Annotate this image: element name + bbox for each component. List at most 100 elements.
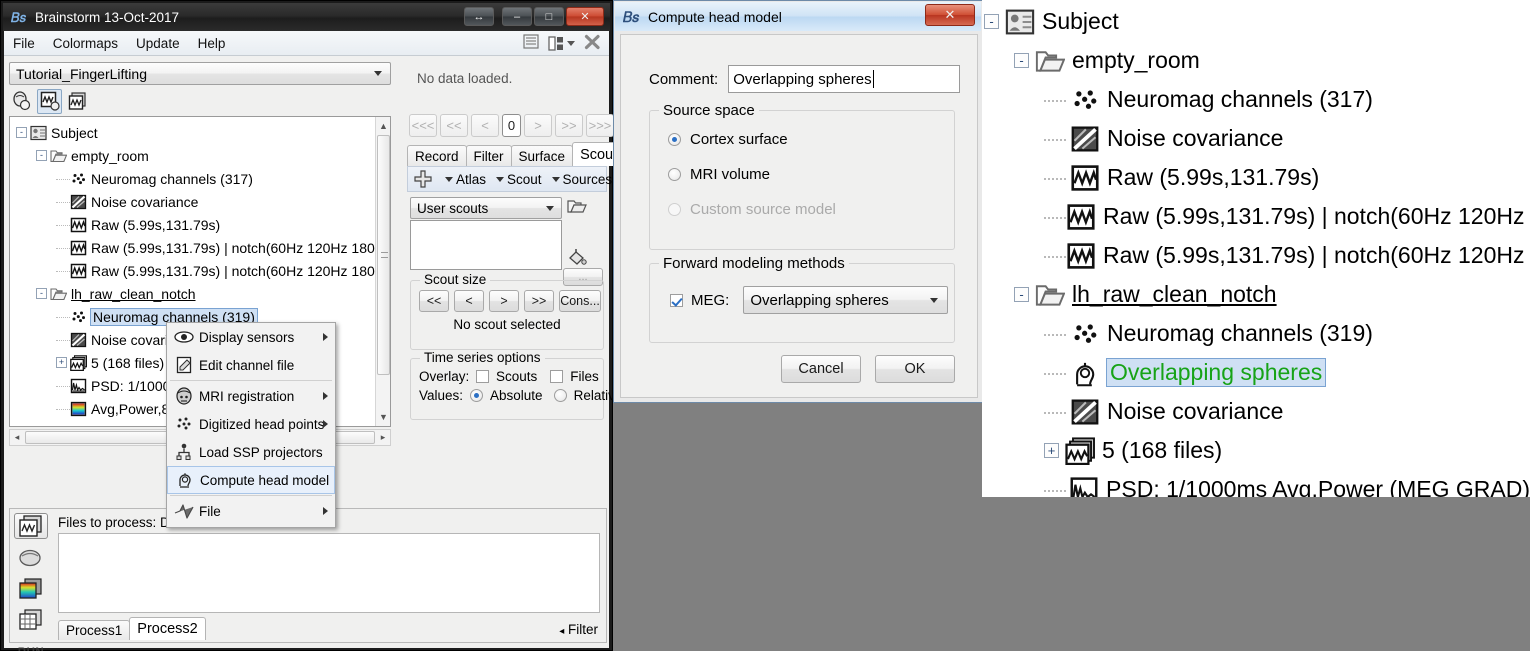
- nav-prev-page-button[interactable]: <<: [440, 114, 468, 137]
- menu-help[interactable]: Help: [189, 34, 235, 53]
- menu-colormaps[interactable]: Colormaps: [44, 34, 127, 53]
- scout-list[interactable]: [410, 220, 562, 270]
- tree-expander[interactable]: -: [36, 288, 47, 299]
- cortex-surface-option[interactable]: Cortex surface: [668, 131, 954, 148]
- tree-expander[interactable]: -: [16, 127, 27, 138]
- scout-size-decrease[interactable]: <: [454, 290, 484, 312]
- plus-icon[interactable]: [414, 170, 432, 188]
- menu-item-digitized-head-points[interactable]: Digitized head points: [167, 410, 335, 438]
- menu-item-load-ssp-projectors[interactable]: Load SSP projectors: [167, 438, 335, 466]
- tree-node[interactable]: Noise covariance: [982, 119, 1530, 158]
- tree-node[interactable]: Raw (5.99s,131.79s) | notch(60Hz 120Hz 1…: [982, 236, 1530, 275]
- functional-data-sources-icon[interactable]: [65, 89, 90, 114]
- tree-expander[interactable]: -: [1014, 287, 1029, 302]
- hscroll-left-arrow[interactable]: ◂: [10, 432, 24, 443]
- nav-prev-button[interactable]: <: [471, 114, 499, 137]
- menu-item-mri-registration[interactable]: MRI registration: [167, 382, 335, 410]
- scroll-thumb[interactable]: [377, 135, 390, 375]
- hscroll-right-arrow[interactable]: ▸: [376, 432, 390, 443]
- ok-button[interactable]: OK: [875, 355, 955, 383]
- cancel-button[interactable]: Cancel: [781, 355, 861, 383]
- restore-arrows-icon[interactable]: ↔: [464, 7, 494, 26]
- tree-node[interactable]: - Subject: [10, 121, 374, 144]
- scout-menu-atlas[interactable]: Atlas: [440, 172, 491, 187]
- tree-vertical-scrollbar[interactable]: ▲ ▼: [375, 117, 390, 426]
- tree-node[interactable]: Neuromag channels (319): [982, 314, 1530, 353]
- nav-last-button[interactable]: >>>: [586, 114, 614, 137]
- tree-node[interactable]: - Subject: [982, 2, 1530, 41]
- tree-node[interactable]: + 5 (168 files): [982, 431, 1530, 470]
- run-button[interactable]: RUN: [18, 647, 44, 651]
- layout-grid-icon[interactable]: [548, 35, 575, 51]
- comment-input[interactable]: Overlapping spheres: [728, 65, 961, 93]
- anatomy-icon[interactable]: [9, 89, 34, 114]
- tree-expander[interactable]: +: [1044, 443, 1059, 458]
- tab-process1[interactable]: Process1: [58, 620, 131, 640]
- close-icon[interactable]: ✕: [925, 4, 975, 26]
- tree-node[interactable]: - lh_raw_clean_notch: [982, 275, 1530, 314]
- cortex-surface-radio[interactable]: [668, 133, 681, 146]
- constrain-button[interactable]: Cons...: [559, 290, 601, 312]
- tree-expander[interactable]: -: [984, 14, 999, 29]
- paint-icon[interactable]: [567, 247, 587, 270]
- protocol-selector[interactable]: Tutorial_FingerLifting: [9, 62, 391, 85]
- menu-file[interactable]: File: [4, 34, 44, 53]
- zoomed-database-tree[interactable]: - Subject - empty_room Neuromag channels (…: [982, 0, 1530, 497]
- nav-next-button[interactable]: >: [524, 114, 552, 137]
- open-folder-icon[interactable]: [567, 198, 587, 218]
- raw-stack-icon[interactable]: [14, 513, 48, 539]
- minimize-icon[interactable]: –: [502, 7, 532, 26]
- atlas-selector[interactable]: User scouts: [410, 197, 562, 219]
- mri-volume-radio[interactable]: [668, 168, 681, 181]
- mri-volume-option[interactable]: MRI volume: [668, 166, 954, 183]
- tree-node[interactable]: Noise covariance: [982, 392, 1530, 431]
- tree-node[interactable]: - lh_raw_clean_notch: [10, 282, 374, 305]
- overlay-files-checkbox[interactable]: [550, 370, 564, 383]
- menu-update[interactable]: Update: [127, 34, 189, 53]
- menu-item-compute-head-model[interactable]: Compute head model: [167, 466, 335, 494]
- scroll-up-arrow[interactable]: ▲: [378, 120, 389, 132]
- tree-node[interactable]: Overlapping spheres: [982, 353, 1530, 392]
- tab-filter[interactable]: Filter: [465, 145, 512, 166]
- close-icon[interactable]: ✕: [566, 7, 604, 26]
- matrix-icon[interactable]: [14, 608, 48, 632]
- layout-list-icon[interactable]: [523, 34, 539, 52]
- tree-node[interactable]: Raw (5.99s,131.79s) | notch(60Hz 120Hz 1…: [10, 236, 390, 259]
- tree-node[interactable]: - empty_room: [10, 144, 374, 167]
- overlay-scouts-checkbox[interactable]: [476, 370, 489, 383]
- scout-menu-scout[interactable]: Scout: [491, 172, 547, 187]
- menu-item-display-sensors[interactable]: Display sensors: [167, 323, 335, 351]
- tab-record[interactable]: Record: [407, 145, 467, 166]
- tree-expander[interactable]: -: [1014, 53, 1029, 68]
- tree-expander[interactable]: -: [36, 150, 47, 161]
- tree-node[interactable]: Noise covariance: [10, 190, 374, 213]
- meg-method-selector[interactable]: Overlapping spheres: [743, 286, 949, 314]
- tree-expander[interactable]: +: [56, 357, 67, 368]
- scout-size-increase-fast[interactable]: >>: [524, 290, 554, 312]
- values-relative-radio[interactable]: [553, 389, 567, 402]
- nav-first-button[interactable]: <<<: [409, 114, 437, 137]
- tree-node[interactable]: Raw (5.99s,131.79s) | notch(60Hz 120Hz 1…: [10, 259, 390, 282]
- menu-item-edit-channel-file[interactable]: Edit channel file: [167, 351, 335, 379]
- scout-size-decrease-fast[interactable]: <<: [419, 290, 449, 312]
- tab-surface[interactable]: Surface: [510, 145, 574, 166]
- nav-next-page-button[interactable]: >>: [555, 114, 583, 137]
- tree-node[interactable]: PSD: 1/1000ms Avg,Power (MEG GRAD): [982, 470, 1530, 497]
- anatomy-icon[interactable]: [14, 546, 48, 570]
- tree-node[interactable]: Raw (5.99s,131.79s): [10, 213, 374, 236]
- functional-data-icon[interactable]: [37, 88, 62, 114]
- values-absolute-radio[interactable]: [470, 389, 484, 402]
- meg-checkbox[interactable]: [670, 293, 683, 307]
- filter-control[interactable]: ◂ Filter: [559, 622, 598, 637]
- files-to-process-list[interactable]: [58, 533, 600, 613]
- tree-node[interactable]: Raw (5.99s,131.79s) | notch(60Hz 120Hz 1…: [982, 197, 1530, 236]
- tree-node[interactable]: Raw (5.99s,131.79s): [982, 158, 1530, 197]
- nav-current-value[interactable]: 0: [502, 114, 521, 137]
- maximize-icon[interactable]: □: [534, 7, 564, 26]
- timefreq-icon[interactable]: [14, 577, 48, 601]
- close-x-icon[interactable]: [584, 34, 601, 53]
- scroll-down-arrow[interactable]: ▼: [378, 411, 389, 423]
- scout-size-increase[interactable]: >: [489, 290, 519, 312]
- tree-node[interactable]: Neuromag channels (317): [10, 167, 374, 190]
- tree-node[interactable]: - empty_room: [982, 41, 1530, 80]
